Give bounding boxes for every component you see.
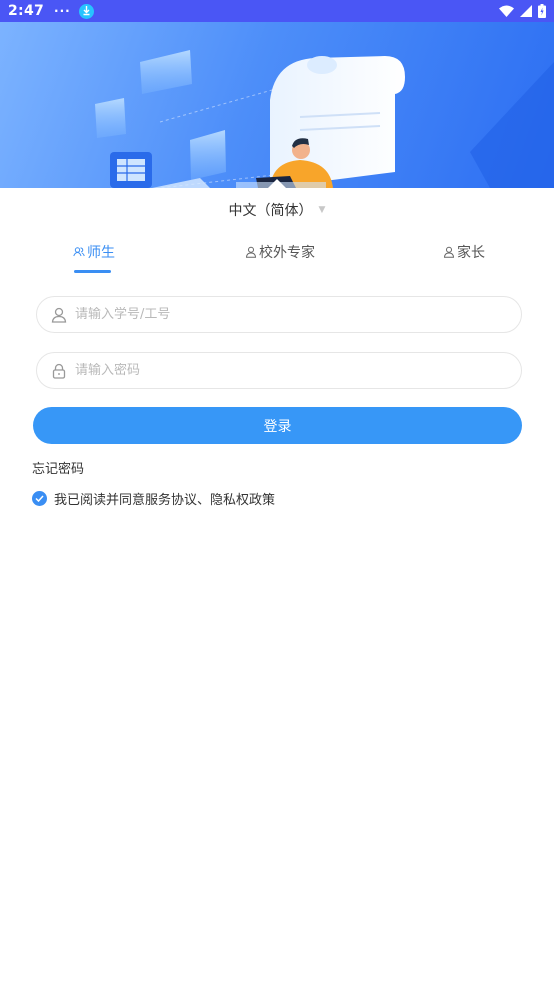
agreement-text[interactable]: 我已阅读并同意服务协议、隐私权政策	[54, 489, 275, 508]
battery-icon	[538, 4, 546, 18]
download-icon	[78, 3, 94, 19]
chevron-down-icon: ▼	[318, 205, 326, 215]
tab-parent[interactable]: 家长	[443, 242, 485, 262]
signal-icon	[520, 5, 532, 17]
status-icons	[499, 4, 546, 18]
user-icon	[443, 246, 455, 258]
users-icon	[73, 247, 85, 257]
checkmark-icon	[35, 495, 44, 502]
tab-label: 家长	[457, 245, 485, 261]
account-input[interactable]	[75, 307, 495, 322]
password-input[interactable]	[75, 363, 495, 378]
status-bar: 2:47 ···	[0, 0, 554, 22]
agreement-checkbox[interactable]	[32, 491, 47, 506]
notification-dots: ···	[54, 4, 71, 18]
tab-indicator	[74, 270, 111, 273]
wifi-icon	[499, 5, 514, 17]
agreement-row: 我已阅读并同意服务协议、隐私权政策	[32, 489, 275, 508]
status-time: 2:47	[8, 3, 45, 19]
login-button[interactable]: 登录	[33, 407, 522, 444]
tab-teacher-student[interactable]: 师生	[73, 242, 115, 262]
language-selector[interactable]: 中文（简体） ▼	[0, 200, 554, 220]
password-field[interactable]	[36, 352, 522, 389]
role-tabs: 师生 校外专家 家长	[0, 242, 554, 276]
lock-icon	[52, 363, 66, 379]
tab-label: 师生	[87, 245, 115, 261]
user-icon	[245, 246, 257, 258]
tab-external-expert[interactable]: 校外专家	[245, 242, 315, 262]
language-label: 中文（简体）	[228, 203, 313, 219]
forgot-password-link[interactable]: 忘记密码	[32, 458, 84, 477]
tab-label: 校外专家	[259, 245, 315, 261]
banner-illustration	[0, 22, 554, 188]
user-icon	[51, 307, 67, 323]
account-field[interactable]	[36, 296, 522, 333]
